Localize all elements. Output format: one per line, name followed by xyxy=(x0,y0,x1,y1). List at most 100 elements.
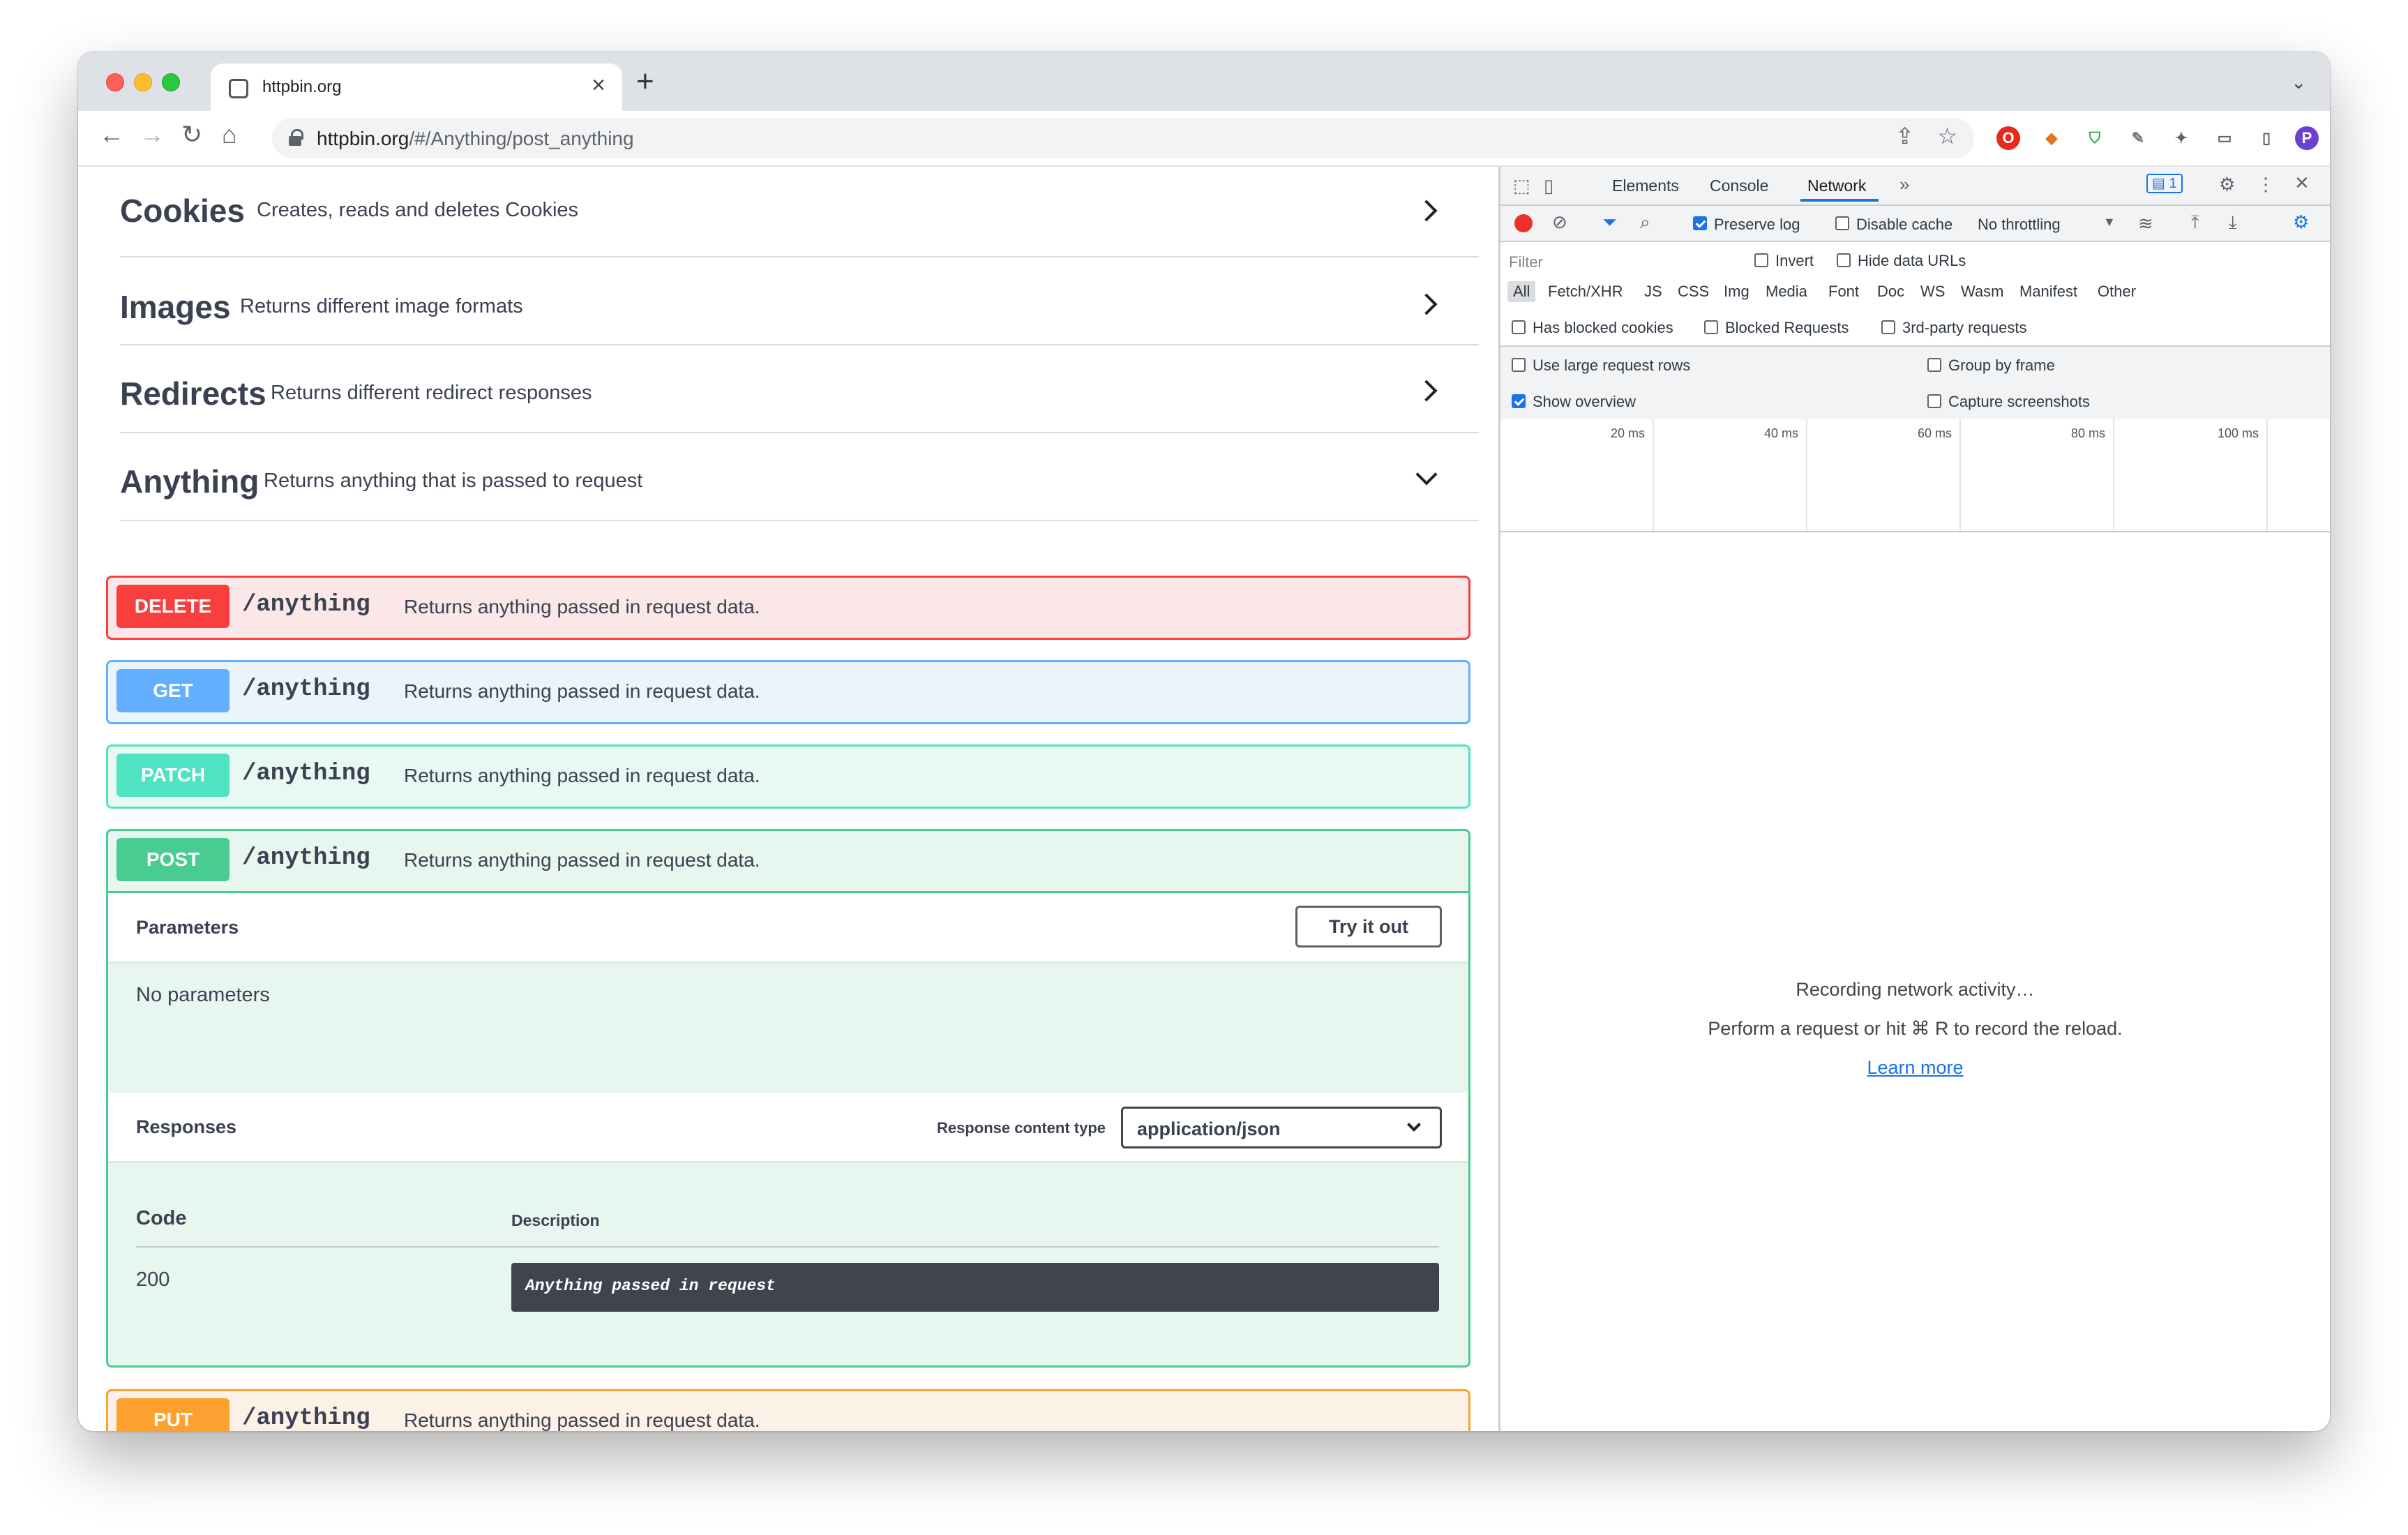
address-bar[interactable]: httpbin.org/#/Anything/post_anything ⇪ ☆ xyxy=(272,118,1974,158)
invert-label: Invert xyxy=(1775,252,1814,269)
section-images[interactable]: Images Returns different image formats xyxy=(120,257,1479,345)
filter-type-js[interactable]: JS xyxy=(1644,283,1662,301)
network-conditions-icon[interactable]: ≋ xyxy=(2138,214,2153,232)
response-description: Anything passed in request xyxy=(511,1263,1439,1312)
zoom-window-button[interactable] xyxy=(162,73,180,91)
more-tabs-icon[interactable]: » xyxy=(1899,175,1909,193)
capture-screenshots-checkbox[interactable] xyxy=(1927,394,1941,408)
cast-icon[interactable]: ▭ xyxy=(2213,126,2236,150)
close-window-button[interactable] xyxy=(106,73,124,91)
disable-cache-checkbox[interactable] xyxy=(1835,216,1849,230)
feather-extension-icon[interactable]: ✎ xyxy=(2126,126,2150,150)
throttling-select[interactable]: No throttling xyxy=(1978,216,2061,234)
third-party-checkbox[interactable] xyxy=(1881,320,1895,334)
filter-type-other[interactable]: Other xyxy=(2098,283,2136,301)
operation-put-anything[interactable]: PUT /anything Returns anything passed in… xyxy=(106,1389,1470,1431)
operation-get-anything[interactable]: GET /anything Returns anything passed in… xyxy=(106,660,1470,724)
filter-input[interactable]: Filter xyxy=(1509,253,1543,271)
filter-type-media[interactable]: Media xyxy=(1766,283,1807,301)
network-settings-icon[interactable]: ⚙ xyxy=(2293,213,2309,231)
home-icon[interactable]: ⌂ xyxy=(222,122,237,147)
profile-avatar[interactable]: P xyxy=(2295,126,2319,150)
back-arrow-icon[interactable]: ← xyxy=(99,122,124,147)
url-text[interactable]: httpbin.org/#/Anything/post_anything xyxy=(317,128,634,150)
export-har-icon[interactable]: ⤓ xyxy=(2229,213,2237,231)
import-har-icon[interactable]: ⤒ xyxy=(2191,213,2199,231)
devtools-menu-icon[interactable]: ⋮ xyxy=(2257,175,2275,193)
large-rows-checkbox[interactable] xyxy=(1512,358,1526,372)
section-redirects[interactable]: Redirects Returns different redirect res… xyxy=(120,345,1479,433)
operation-post-anything[interactable]: POST /anything Returns anything passed i… xyxy=(106,829,1470,1368)
hide-data-urls-checkbox[interactable] xyxy=(1837,253,1851,267)
shield-extension-icon[interactable]: ⛉ xyxy=(2083,126,2107,150)
tab-elements[interactable]: Elements xyxy=(1612,177,1679,195)
section-description: Returns different redirect responses xyxy=(271,382,592,404)
opera-extension-icon[interactable]: O xyxy=(1996,126,2020,150)
chevron-right-icon[interactable] xyxy=(1415,200,1438,222)
tab-console[interactable]: Console xyxy=(1710,177,1768,195)
filter-type-ws[interactable]: WS xyxy=(1920,283,1945,301)
response-content-type-select[interactable]: application/json xyxy=(1121,1107,1442,1148)
show-overview-checkbox[interactable] xyxy=(1512,394,1526,408)
timeline-tick-label: 60 ms xyxy=(1918,426,1952,440)
chevron-right-icon[interactable] xyxy=(1415,380,1438,402)
filter-type-font[interactable]: Font xyxy=(1828,283,1859,301)
bookmark-star-icon[interactable]: ☆ xyxy=(1937,125,1957,147)
operation-patch-anything[interactable]: PATCH /anything Returns anything passed … xyxy=(106,744,1470,809)
search-icon[interactable]: ⌕ xyxy=(1640,213,1650,231)
close-devtools-icon[interactable]: ✕ xyxy=(2294,174,2310,192)
preserve-log-checkbox[interactable] xyxy=(1693,216,1707,230)
try-it-out-button[interactable]: Try it out xyxy=(1295,906,1442,948)
select-value: application/json xyxy=(1137,1118,1281,1139)
section-anything[interactable]: Anything Returns anything that is passed… xyxy=(120,433,1479,521)
filter-type-css[interactable]: CSS xyxy=(1678,283,1709,301)
blocked-requests-checkbox[interactable] xyxy=(1704,320,1718,334)
operation-delete-anything[interactable]: DELETE /anything Returns anything passed… xyxy=(106,576,1470,640)
chevron-right-icon[interactable] xyxy=(1415,293,1438,315)
side-panel-icon[interactable]: ▯ xyxy=(2255,126,2278,150)
minimize-window-button[interactable] xyxy=(134,73,152,91)
throttling-dropdown-icon[interactable]: ▼ xyxy=(2103,216,2116,228)
filter-type-fetch-xhr[interactable]: Fetch/XHR xyxy=(1548,283,1623,301)
operation-header[interactable]: POST /anything Returns anything passed i… xyxy=(108,831,1468,891)
chevron-down-icon[interactable] xyxy=(1415,463,1438,486)
device-toolbar-icon[interactable]: ▯ xyxy=(1544,177,1553,195)
filter-type-all[interactable]: All xyxy=(1507,281,1536,302)
tab-search-chevron-icon[interactable]: ⌄ xyxy=(2291,72,2306,93)
issues-badge[interactable]: ▤ 1 xyxy=(2146,174,2183,193)
section-cookies[interactable]: Cookies Creates, reads and deletes Cooki… xyxy=(120,167,1479,257)
lock-icon[interactable] xyxy=(289,129,303,146)
favicon-icon xyxy=(229,79,248,98)
reload-icon[interactable]: ↻ xyxy=(181,122,202,147)
record-icon[interactable] xyxy=(1514,214,1533,232)
settings-gear-icon[interactable]: ⚙ xyxy=(2219,175,2235,193)
group-by-frame-checkbox[interactable] xyxy=(1927,358,1941,372)
filter-type-img[interactable]: Img xyxy=(1724,283,1749,301)
browser-tab[interactable]: httpbin.org × xyxy=(211,63,622,111)
method-badge: POST xyxy=(116,838,229,881)
network-overview-timeline[interactable]: 20 ms 40 ms 60 ms 80 ms 100 ms xyxy=(1500,419,2330,532)
learn-more-link[interactable]: Learn more xyxy=(1500,1057,2330,1079)
browser-toolbar: ← → ↻ ⌂ httpbin.org/#/Anything/post_anyt… xyxy=(78,111,2330,167)
browser-menu-icon[interactable]: ⋮ xyxy=(2327,126,2330,150)
close-tab-icon[interactable]: × xyxy=(592,73,605,97)
share-icon[interactable]: ⇪ xyxy=(1895,125,1914,147)
operation-body: Parameters Try it out No parameters Resp… xyxy=(108,891,1468,1365)
tab-network[interactable]: Network xyxy=(1807,177,1866,195)
new-tab-icon[interactable]: + xyxy=(636,66,654,97)
metamask-extension-icon[interactable]: ◆ xyxy=(2040,126,2063,150)
clear-icon[interactable]: ⊘ xyxy=(1552,213,1567,231)
filter-icon[interactable]: ⏷ xyxy=(1602,213,1617,231)
inspect-element-icon[interactable]: ⬚ xyxy=(1513,177,1530,195)
filter-type-doc[interactable]: Doc xyxy=(1877,283,1904,301)
responses-header: Responses Response content type applicat… xyxy=(108,1093,1468,1161)
forward-arrow-icon[interactable]: → xyxy=(140,122,165,147)
filter-type-wasm[interactable]: Wasm xyxy=(1961,283,2004,301)
extensions-puzzle-icon[interactable]: ✦ xyxy=(2169,126,2193,150)
invert-checkbox[interactable] xyxy=(1754,253,1768,267)
record-reload-hint: Perform a request or hit ⌘ R to record t… xyxy=(1708,1018,2123,1039)
has-blocked-cookies-checkbox[interactable] xyxy=(1512,320,1526,334)
filter-type-manifest[interactable]: Manifest xyxy=(2019,283,2077,301)
third-party-label: 3rd-party requests xyxy=(1902,319,2027,336)
hide-data-urls-label: Hide data URLs xyxy=(1858,252,1966,269)
